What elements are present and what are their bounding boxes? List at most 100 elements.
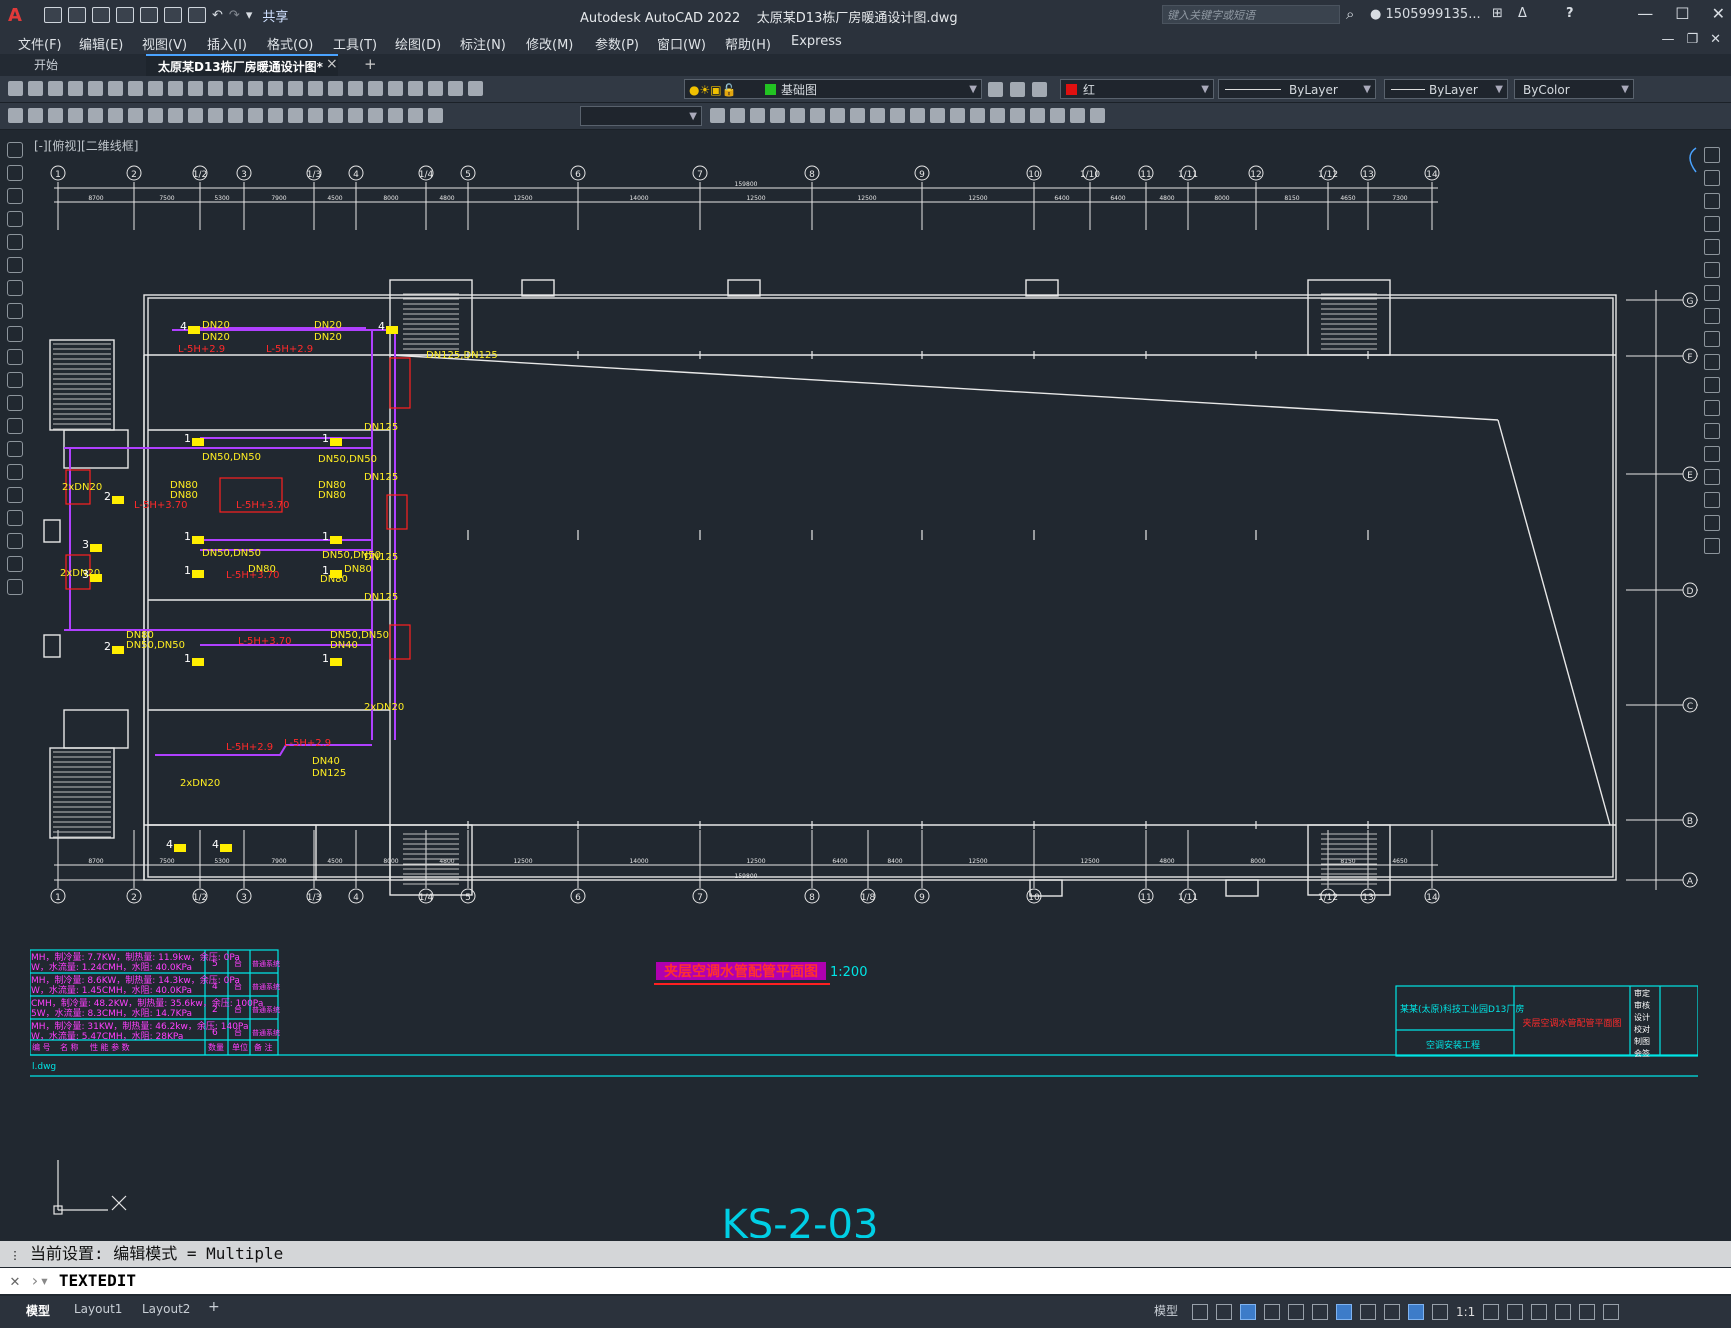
- new-icon[interactable]: [44, 7, 62, 23]
- isolate-icon[interactable]: [1531, 1304, 1548, 1320]
- insert-block-icon[interactable]: [28, 108, 43, 123]
- clean-screen-icon[interactable]: [1579, 1304, 1596, 1320]
- design-center-icon[interactable]: [348, 81, 363, 96]
- add-selected-tool-icon[interactable]: [7, 579, 23, 595]
- break-icon[interactable]: [930, 108, 945, 123]
- annotation-visibility-icon[interactable]: [1408, 1304, 1424, 1320]
- color-dropdown[interactable]: 红 ▼: [1060, 79, 1214, 99]
- circle-tool-icon[interactable]: [7, 280, 23, 296]
- ungroup-icon[interactable]: [1070, 108, 1085, 123]
- ortho-icon[interactable]: [1240, 1304, 1256, 1320]
- menu-insert[interactable]: 插入(I): [207, 34, 247, 53]
- radius-dim-icon[interactable]: [148, 108, 163, 123]
- diameter-dim-icon[interactable]: [188, 108, 203, 123]
- trim-tool-icon[interactable]: [1704, 354, 1720, 370]
- new-tab-button[interactable]: +: [364, 55, 377, 73]
- table-tool-icon[interactable]: [7, 533, 23, 549]
- qnew-icon[interactable]: [8, 81, 23, 96]
- move-tool-icon[interactable]: [1704, 262, 1720, 278]
- dim-update-icon[interactable]: [428, 108, 443, 123]
- copy-obj-icon[interactable]: [730, 108, 745, 123]
- model-space-button[interactable]: 模型: [1154, 1302, 1178, 1319]
- minimize-icon[interactable]: —: [1637, 4, 1653, 23]
- search-icon[interactable]: ⌕: [1346, 5, 1354, 23]
- offset-icon[interactable]: [770, 108, 785, 123]
- zoom-window-icon[interactable]: [288, 81, 303, 96]
- break-tool-icon[interactable]: [1704, 423, 1720, 439]
- array-tool-icon[interactable]: [1704, 239, 1720, 255]
- open-web-icon[interactable]: [140, 7, 158, 23]
- transparency-icon[interactable]: [1384, 1304, 1400, 1320]
- viewport-controls[interactable]: [-][俯视][二维线框]: [34, 137, 138, 154]
- menu-view[interactable]: 视图(V): [142, 34, 187, 53]
- arc-tool-icon[interactable]: [7, 188, 23, 204]
- fillet-icon[interactable]: [990, 108, 1005, 123]
- dim-edit-icon[interactable]: [388, 108, 403, 123]
- copy-tool-icon[interactable]: [1704, 170, 1720, 186]
- group-icon[interactable]: [1050, 108, 1065, 123]
- chamfer-tool-icon[interactable]: [1704, 469, 1720, 485]
- break-point-tool-icon[interactable]: [1704, 400, 1720, 416]
- menu-edit[interactable]: 编辑(E): [79, 34, 123, 53]
- fillet-tool-icon[interactable]: [1704, 492, 1720, 508]
- menu-draw[interactable]: 绘图(D): [395, 34, 441, 53]
- explode-tool-icon[interactable]: [1704, 538, 1720, 554]
- join-icon[interactable]: [950, 108, 965, 123]
- polar-icon[interactable]: [1264, 1304, 1280, 1320]
- baseline-dim-icon[interactable]: [248, 108, 263, 123]
- customization-icon[interactable]: [1603, 1304, 1620, 1320]
- rotate-tool-icon[interactable]: [1704, 285, 1720, 301]
- mtext-tool-icon[interactable]: [7, 556, 23, 572]
- drawing-title[interactable]: 夹层空调水管配管平面图: [664, 963, 818, 980]
- hardware-acceleration-icon[interactable]: [1555, 1304, 1572, 1320]
- doc-minimize-icon[interactable]: —: [1661, 32, 1674, 47]
- user-account[interactable]: ● 1505999135...: [1370, 7, 1481, 22]
- redo-tb-icon[interactable]: [228, 81, 243, 96]
- layer-previous-icon[interactable]: [1010, 82, 1025, 97]
- point-tool-icon[interactable]: [7, 441, 23, 457]
- bring-front-icon[interactable]: [1090, 108, 1105, 123]
- tab-layout1[interactable]: Layout1: [74, 1302, 122, 1316]
- ellipse-arc-tool-icon[interactable]: [7, 372, 23, 388]
- rotate-icon[interactable]: [830, 108, 845, 123]
- line-tool-icon[interactable]: [7, 142, 23, 158]
- chamfer-icon[interactable]: [970, 108, 985, 123]
- share-button[interactable]: 共享: [262, 6, 288, 25]
- offset-tool-icon[interactable]: [1704, 216, 1720, 232]
- menu-dimension[interactable]: 标注(N): [460, 34, 506, 53]
- plotstyle-dropdown[interactable]: ByColor ▼: [1514, 79, 1634, 99]
- arc-length-icon[interactable]: [108, 108, 123, 123]
- help-button[interactable]: ?: [1566, 6, 1574, 21]
- cmd-handle-icon[interactable]: ⋮: [0, 1243, 30, 1269]
- menu-parametric[interactable]: 参数(P): [595, 34, 639, 53]
- markup-icon[interactable]: [408, 81, 423, 96]
- array-icon[interactable]: [790, 108, 805, 123]
- lineweight-icon[interactable]: [1360, 1304, 1376, 1320]
- autocad-logo[interactable]: A: [8, 5, 34, 26]
- cmd-close-icon[interactable]: ✕: [0, 1268, 30, 1294]
- menu-tools[interactable]: 工具(T): [333, 34, 377, 53]
- cart-icon[interactable]: ⊞: [1492, 6, 1503, 21]
- extend-icon[interactable]: [910, 108, 925, 123]
- lineweight-dropdown[interactable]: ByLayer ▼: [1384, 79, 1508, 99]
- gear-icon[interactable]: [1483, 1304, 1500, 1320]
- search-input[interactable]: 键入关键字或短语: [1162, 5, 1340, 24]
- layer-dropdown[interactable]: ●☀▣🔓 基础图 ▼: [684, 79, 982, 99]
- block-icon[interactable]: [8, 108, 23, 123]
- ordinate-dim-icon[interactable]: [128, 108, 143, 123]
- draworder-icon[interactable]: [1030, 108, 1045, 123]
- region-tool-icon[interactable]: [7, 510, 23, 526]
- make-current-layer-icon[interactable]: [988, 82, 1003, 97]
- blend-tool-icon[interactable]: [1704, 515, 1720, 531]
- menu-express[interactable]: Express: [791, 34, 842, 49]
- linear-dim-icon[interactable]: [68, 108, 83, 123]
- quick-dim-icon[interactable]: [228, 108, 243, 123]
- menu-window[interactable]: 窗口(W): [657, 34, 706, 53]
- menu-format[interactable]: 格式(O): [267, 34, 313, 53]
- join-tool-icon[interactable]: [1704, 446, 1720, 462]
- stretch-tool-icon[interactable]: [1704, 331, 1720, 347]
- help-tb-icon[interactable]: [448, 81, 463, 96]
- layer-manager-icon[interactable]: [468, 81, 483, 96]
- paste-icon[interactable]: [168, 81, 183, 96]
- menu-help[interactable]: 帮助(H): [725, 34, 771, 53]
